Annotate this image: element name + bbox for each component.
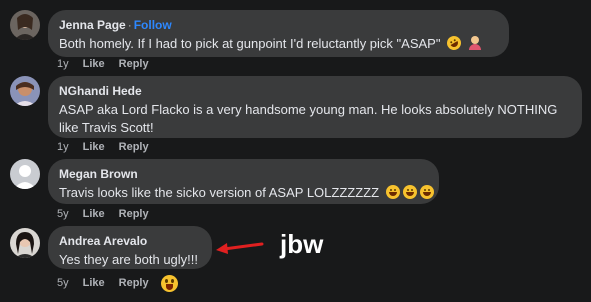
comment-age[interactable]: 5y: [57, 277, 69, 289]
comment-actions: 5y Like Reply: [57, 276, 163, 290]
comment-thread: Jenna Page · Follow Both homely. If I had …: [0, 0, 591, 302]
comment-text: Travis looks like the sicko version of A…: [59, 184, 434, 202]
like-button[interactable]: Like: [83, 58, 105, 70]
separator-dot: ·: [127, 18, 132, 32]
person-shrugging-emoji-icon: [468, 36, 482, 50]
reply-button[interactable]: Reply: [119, 208, 149, 220]
author-name[interactable]: Jenna Page: [59, 18, 126, 32]
comment-age[interactable]: 1y: [57, 141, 69, 153]
like-button[interactable]: Like: [83, 277, 105, 289]
comment-text-line: ASAP aka Lord Flacko is a very handsome …: [59, 102, 558, 117]
comment-bubble: Jenna Page · Follow Both homely. If I had …: [48, 10, 509, 57]
red-arrow-icon: [216, 242, 264, 254]
grinning-emoji-icon: [161, 275, 178, 292]
reply-button[interactable]: Reply: [119, 58, 149, 70]
comment-actions: 1y Like Reply: [57, 140, 163, 154]
reply-button[interactable]: Reply: [119, 141, 149, 153]
comment-text-body: Both homely. If I had to pick at gunpoin…: [59, 36, 441, 51]
comment-text-body: Travis looks like the sicko version of A…: [59, 185, 380, 200]
comment-bubble: Andrea Arevalo Yes they are both ugly!!!: [48, 226, 212, 269]
annotation-label: jbw: [280, 229, 324, 259]
like-button[interactable]: Like: [83, 208, 105, 220]
author-name[interactable]: Andrea Arevalo: [59, 234, 147, 248]
author-name[interactable]: NGhandi Hede: [59, 84, 142, 98]
follow-link[interactable]: Follow: [134, 18, 172, 32]
comment-actions: 1y Like Reply: [57, 57, 163, 71]
joy-emoji-icon: [402, 185, 417, 199]
rofl-emoji-icon: [444, 33, 464, 53]
avatar[interactable]: [10, 159, 40, 189]
joy-emoji-icon: [385, 185, 400, 199]
avatar[interactable]: [10, 10, 40, 40]
comment-text: ASAP aka Lord Flacko is a very handsome …: [59, 101, 571, 137]
comment-text: Both homely. If I had to pick at gunpoin…: [59, 33, 498, 53]
comment-age[interactable]: 1y: [57, 58, 69, 70]
comment-text-line: like Travis Scott!: [59, 120, 154, 135]
comment-bubble: NGhandi Hede ASAP aka Lord Flacko is a v…: [48, 76, 582, 138]
comment-actions: 5y Like Reply: [57, 207, 163, 221]
comment-text: Yes they are both ugly!!!: [59, 251, 201, 269]
comment-bubble: Megan Brown Travis looks like the sicko …: [48, 159, 439, 204]
avatar[interactable]: [10, 228, 40, 258]
reply-button[interactable]: Reply: [119, 277, 149, 289]
comment-age[interactable]: 5y: [57, 208, 69, 220]
joy-emoji-icon: [419, 185, 434, 199]
avatar[interactable]: [10, 76, 40, 106]
author-name[interactable]: Megan Brown: [59, 167, 138, 181]
comment-text-body: Yes they are both ugly!!!: [59, 252, 199, 267]
like-button[interactable]: Like: [83, 141, 105, 153]
